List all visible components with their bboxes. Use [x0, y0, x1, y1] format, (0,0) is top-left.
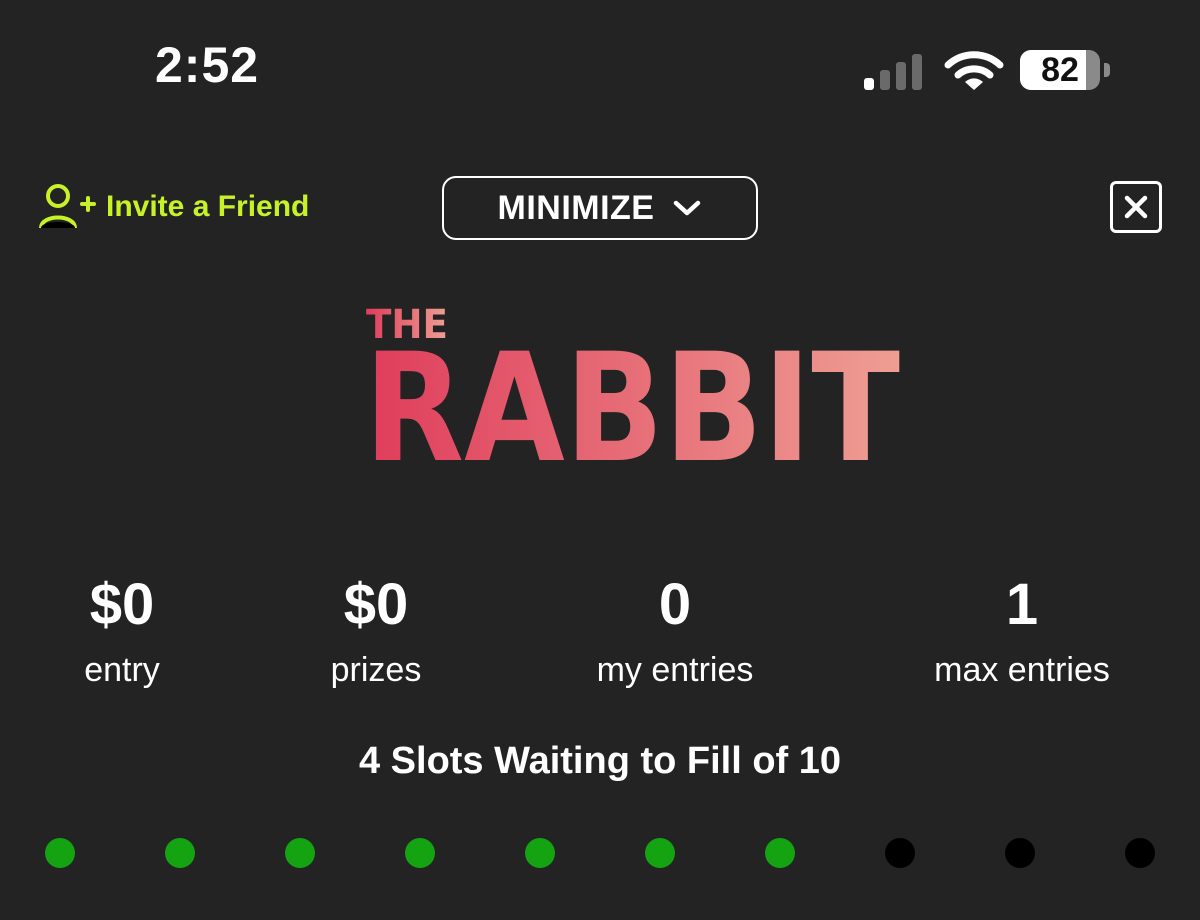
close-icon — [1124, 195, 1148, 219]
slot-dot-filled — [285, 838, 315, 868]
minimize-button[interactable]: MINIMIZE — [442, 176, 758, 240]
stat-my-entries-label: my entries — [596, 651, 754, 689]
stat-my-entries-value: 0 — [658, 572, 692, 637]
stat-prizes-label: prizes — [330, 651, 422, 689]
close-button[interactable] — [1110, 181, 1162, 233]
stat-entry: $0 entry — [2, 570, 242, 700]
stat-my-entries: 0 my entries — [555, 570, 795, 700]
battery-indicator: 82 — [1020, 50, 1112, 94]
stat-prizes-value: $0 — [343, 572, 409, 637]
chevron-down-icon — [674, 200, 701, 216]
stat-max-entries-value: 1 — [1005, 572, 1039, 637]
wifi-icon — [944, 51, 1004, 90]
slot-indicator — [0, 838, 1200, 870]
slots-status: 4 Slots Waiting to Fill of 10 — [358, 740, 842, 782]
add-user-icon — [39, 184, 96, 229]
stat-max-entries-label: max entries — [934, 651, 1110, 689]
slot-dot-filled — [405, 838, 435, 868]
invite-friend-label: Invite a Friend — [106, 190, 310, 223]
slot-dot-filled — [45, 838, 75, 868]
stat-prizes: $0 prizes — [256, 570, 496, 700]
slot-dot-filled — [525, 838, 555, 868]
logo-line-rabbit: RABBIT — [364, 322, 900, 470]
slot-dot-empty — [1005, 838, 1035, 868]
stat-max-entries: 1 max entries — [902, 570, 1142, 700]
battery-level: 82 — [1041, 51, 1079, 89]
status-time: 2:52 — [155, 37, 260, 93]
slot-dot-empty — [885, 838, 915, 868]
slot-dot-filled — [645, 838, 675, 868]
slot-dot-filled — [165, 838, 195, 868]
invite-friend-button[interactable]: Invite a Friend — [38, 182, 309, 232]
minimize-label: MINIMIZE — [497, 188, 655, 227]
stat-entry-value: $0 — [89, 572, 155, 637]
slot-dot-filled — [765, 838, 795, 868]
cellular-signal-icon — [864, 54, 922, 90]
the-rabbit-logo: THE RABBIT — [364, 302, 900, 470]
slot-dot-empty — [1125, 838, 1155, 868]
stat-entry-label: entry — [84, 651, 160, 689]
